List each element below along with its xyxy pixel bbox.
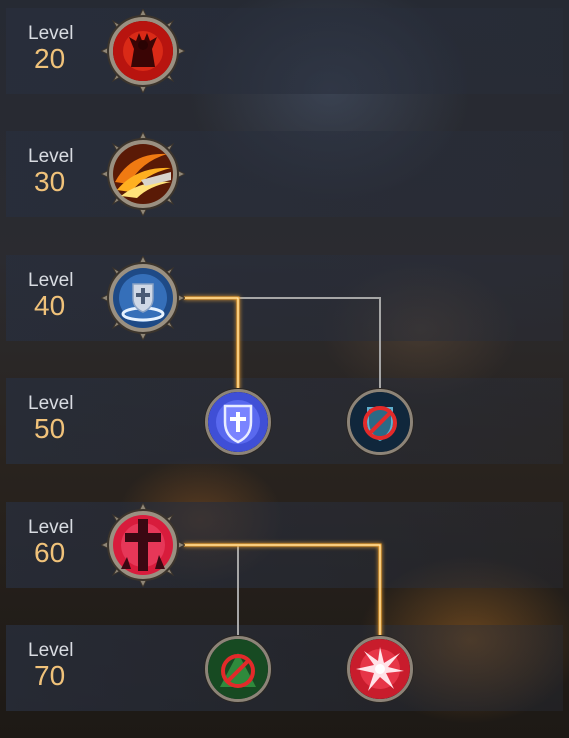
no-shield-skill-icon xyxy=(350,392,410,452)
skill-slot-level-20[interactable] xyxy=(101,9,185,93)
holy-shield-skill-icon xyxy=(208,392,268,452)
skill-slot-level-70-option-1[interactable] xyxy=(205,636,271,702)
skill-slot-level-60[interactable] xyxy=(101,503,185,587)
active-path-line xyxy=(184,543,382,637)
skill-slot-level-70-option-2[interactable] xyxy=(347,636,413,702)
skill-slot-level-50-option-1[interactable] xyxy=(205,389,271,455)
blood-cross-skill-icon xyxy=(113,515,173,575)
skill-slot-level-40[interactable] xyxy=(101,256,185,340)
skill-tree-connectors xyxy=(184,296,382,637)
flame-slash-skill-icon xyxy=(113,144,173,204)
skill-slot-level-30[interactable] xyxy=(101,132,185,216)
no-heal-skill-icon xyxy=(208,639,268,699)
holy-shield-aura-skill-icon xyxy=(113,268,173,328)
rage-skill-icon xyxy=(113,21,173,81)
active-path-line xyxy=(184,296,240,390)
inactive-path-line xyxy=(238,297,381,390)
skill-slot-level-50-option-2[interactable] xyxy=(347,389,413,455)
burst-strike-skill-icon xyxy=(350,639,410,699)
